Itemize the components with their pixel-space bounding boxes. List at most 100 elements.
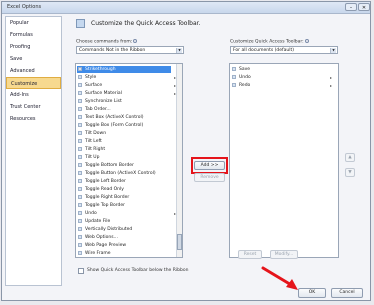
style-icon: [78, 74, 82, 79]
list-item[interactable]: Synchronize List: [78, 98, 122, 105]
info-icon: [133, 39, 138, 43]
surface-icon: [78, 82, 82, 87]
vertical-distribute-icon: [78, 226, 82, 231]
left-border-icon: [78, 178, 82, 183]
choose-commands-value: Commands Not in the Ribbon: [79, 48, 146, 53]
update-file-icon: [78, 218, 82, 223]
remove-button[interactable]: Remove: [194, 173, 225, 182]
modify-button[interactable]: Modify...: [270, 250, 298, 259]
cancel-button[interactable]: Cancel: [331, 288, 363, 298]
list-item[interactable]: Toggle Box (Form Control): [78, 122, 143, 129]
list-item[interactable]: Undo ▸: [232, 74, 332, 81]
list-item[interactable]: Surface ▸: [78, 82, 176, 89]
show-below-ribbon-checkbox[interactable]: [78, 268, 84, 274]
chevron-down-icon: ▼: [330, 48, 336, 53]
list-item[interactable]: Toggle Button (ActiveX Control): [78, 170, 156, 177]
ok-button[interactable]: OK: [298, 288, 326, 298]
list-item[interactable]: Strikethrough: [78, 66, 116, 73]
nav-item-customize[interactable]: Customize: [6, 77, 61, 89]
customize-toolbar-text: Customize Quick Access Toolbar:: [230, 39, 304, 45]
nav-item-save[interactable]: Save: [6, 53, 61, 65]
choose-commands-combo[interactable]: Commands Not in the Ribbon ▼: [76, 46, 184, 54]
info-icon: [304, 39, 309, 43]
redo-icon: [232, 82, 236, 87]
nav-item-resources[interactable]: Resources: [6, 113, 61, 125]
move-up-button[interactable]: ▲: [345, 153, 355, 162]
excel-options-window: Excel Options – ✕ Popular Formulas Proof…: [1, 1, 371, 301]
bottom-border-icon: [78, 162, 82, 167]
window-title: Excel Options: [7, 4, 42, 10]
toolbar-list[interactable]: Save Undo ▸ Redo ▸: [229, 63, 339, 258]
add-button[interactable]: Add >>: [194, 161, 225, 170]
quick-access-icon: [76, 19, 85, 28]
list-item[interactable]: Undo ▸: [78, 210, 176, 217]
customize-toolbar-label: Customize Quick Access Toolbar:: [230, 39, 309, 45]
save-icon: [232, 66, 236, 71]
sync-list-icon: [78, 98, 82, 103]
list-item[interactable]: Tilt Right: [78, 146, 105, 153]
list-item[interactable]: Web Page Preview: [78, 242, 126, 249]
commands-list[interactable]: Strikethrough Style ▸ Surface ▸ Surface Ma…: [75, 63, 183, 258]
tilt-down-icon: [78, 130, 82, 135]
toggle-box-icon: [78, 122, 82, 127]
web-preview-icon: [78, 242, 82, 247]
list-item[interactable]: Surface Material ▸: [78, 90, 176, 97]
list-item[interactable]: Update File: [78, 218, 110, 225]
top-border-icon: [78, 202, 82, 207]
list-item[interactable]: Toggle Left Border: [78, 178, 126, 185]
close-button[interactable]: ✕: [358, 3, 370, 11]
undo-icon: [232, 74, 236, 79]
strikethrough-icon: [78, 66, 82, 71]
move-down-button[interactable]: ▼: [345, 168, 355, 177]
customize-panel: Customize the Quick Access Toolbar. Choo…: [65, 16, 368, 286]
list-item[interactable]: Wire Frame: [78, 250, 111, 257]
title-bar: Excel Options – ✕: [2, 2, 370, 14]
submenu-arrow-icon: ▸: [330, 83, 333, 88]
list-item[interactable]: Toggle Top Border: [78, 202, 125, 209]
right-border-icon: [78, 194, 82, 199]
show-below-ribbon-label: Show Quick Access Toolbar below the Ribb…: [87, 268, 189, 273]
list-item[interactable]: Toggle Read Only: [78, 186, 124, 193]
tilt-up-icon: [78, 154, 82, 159]
panel-heading: Customize the Quick Access Toolbar.: [91, 20, 201, 27]
surface-material-icon: [78, 90, 82, 95]
reset-button[interactable]: Reset: [238, 250, 262, 259]
red-arrow-annotation: [261, 266, 298, 290]
list-item[interactable]: Save: [232, 66, 250, 73]
list-item[interactable]: Toggle Right Border: [78, 194, 129, 201]
minimize-button[interactable]: –: [345, 3, 357, 11]
chevron-down-icon: ▼: [176, 48, 182, 53]
panel-header: Customize the Quick Access Toolbar.: [65, 16, 368, 33]
nav-item-formulas[interactable]: Formulas: [6, 29, 61, 41]
nav-item-advanced[interactable]: Advanced: [6, 65, 61, 77]
list-item[interactable]: Vertically Distributed: [78, 226, 132, 233]
scrollbar-thumb[interactable]: [177, 234, 182, 250]
list-item[interactable]: Tab Order...: [78, 106, 111, 113]
nav-item-popular[interactable]: Popular: [6, 17, 61, 29]
customize-toolbar-combo[interactable]: For all documents (default) ▼: [230, 46, 338, 54]
customize-toolbar-value: For all documents (default): [233, 48, 294, 53]
list-item[interactable]: Toggle Bottom Border: [78, 162, 134, 169]
list-item[interactable]: Redo ▸: [232, 82, 332, 89]
list-item[interactable]: Tilt Left: [78, 138, 102, 145]
commands-scrollbar[interactable]: [176, 64, 182, 257]
list-item[interactable]: Style ▸: [78, 74, 176, 81]
read-only-icon: [78, 186, 82, 191]
submenu-arrow-icon: ▸: [330, 75, 333, 80]
nav-item-proofing[interactable]: Proofing: [6, 41, 61, 53]
web-options-icon: [78, 234, 82, 239]
list-item[interactable]: Text Box (ActiveX Control): [78, 114, 144, 121]
list-item[interactable]: Web Options...: [78, 234, 118, 241]
undo-icon: [78, 210, 82, 215]
tilt-left-icon: [78, 138, 82, 143]
wire-frame-icon: [78, 250, 82, 255]
toggle-button-icon: [78, 170, 82, 175]
tilt-right-icon: [78, 146, 82, 151]
nav-item-add-ins[interactable]: Add-Ins: [6, 89, 61, 101]
list-item[interactable]: Tilt Down: [78, 130, 106, 137]
tab-order-icon: [78, 106, 82, 111]
text-box-icon: [78, 114, 82, 119]
choose-commands-label: Choose commands from:: [76, 39, 138, 45]
list-item[interactable]: Tilt Up: [78, 154, 99, 161]
nav-item-trust-center[interactable]: Trust Center: [6, 101, 61, 113]
